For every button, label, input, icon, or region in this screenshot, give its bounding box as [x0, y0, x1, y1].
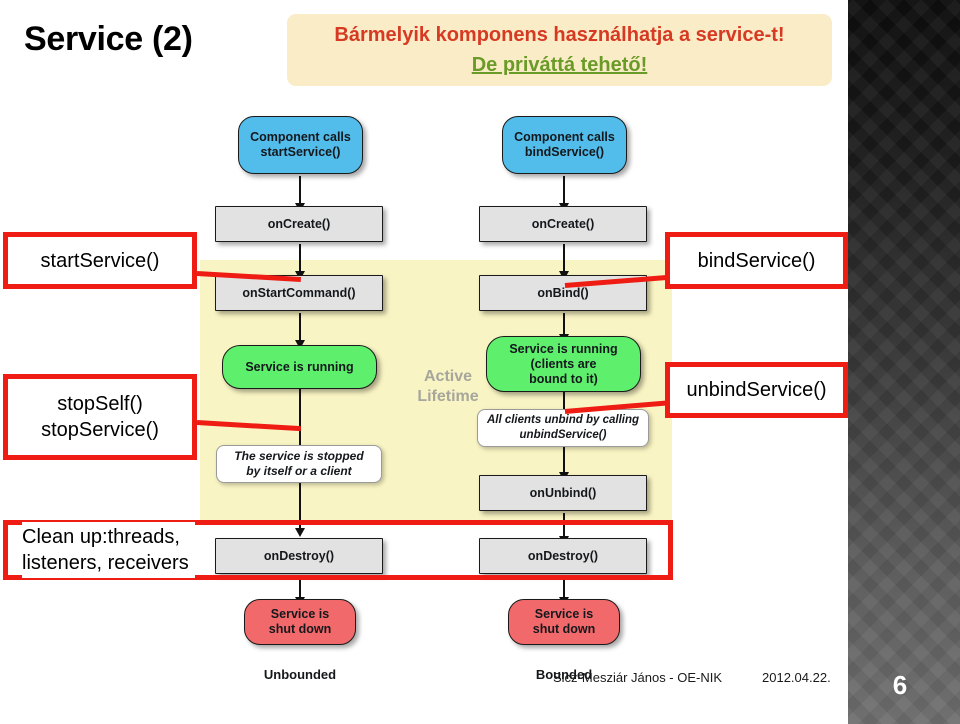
footer-date: 2012.04.22. — [762, 670, 831, 685]
node-text: bound to it) — [529, 371, 598, 386]
arrow-connector — [299, 389, 301, 445]
node-text: onBind() — [537, 285, 589, 300]
active-lifetime-line-2: Lifetime — [417, 388, 479, 405]
node-text: onStartCommand() — [242, 285, 356, 300]
node-text: Component calls — [250, 130, 351, 144]
node-service-is-running-unbounded: Service is running — [222, 345, 377, 389]
callout-line-2: De priváttá tehető! — [471, 54, 648, 76]
arrow-connector — [295, 176, 305, 212]
arrow-connector — [295, 313, 305, 349]
note-text: All clients unbind by calling — [486, 414, 640, 426]
arrow-connector — [559, 313, 569, 343]
node-oncreate-unbounded: onCreate() — [215, 206, 383, 242]
arrow-connector — [563, 392, 565, 410]
node-text: Component calls — [514, 130, 615, 144]
annotation-text: unbindService() — [686, 379, 827, 401]
node-text: onUnbind() — [529, 485, 597, 500]
active-lifetime-line-1: Active — [423, 368, 473, 385]
right-decorative-band — [848, 0, 960, 724]
node-service-is-running-bounded: Service is running (clients are bound to… — [486, 336, 641, 392]
annotation-unbind-service: unbindService() — [665, 362, 848, 418]
note-all-clients-unbind: All clients unbind by calling unbindServ… — [477, 409, 649, 447]
page-title: Service (2) — [24, 20, 193, 58]
node-text: shut down — [268, 622, 332, 636]
node-text: Service is running — [245, 359, 354, 374]
node-text: (clients are — [530, 356, 597, 371]
node-text: Service is — [270, 607, 330, 621]
node-service-shut-down-bounded: Service is shut down — [508, 599, 620, 645]
note-text: by itself or a client — [246, 464, 352, 478]
node-text: Service is running — [509, 341, 618, 356]
annotation-text: Clean up:threads, — [22, 526, 180, 548]
annotation-clean-up: Clean up:threads, listeners, receivers — [3, 520, 673, 580]
note-service-stopped: The service is stopped by itself or a cl… — [216, 445, 382, 483]
arrow-connector — [559, 447, 569, 481]
node-component-calls-bind-service: Component calls bindService() — [502, 116, 627, 174]
node-component-calls-start-service: Component calls startService() — [238, 116, 363, 174]
callout-line-1: Bármelyik komponens használhatja a servi… — [334, 24, 785, 46]
annotation-bind-service: bindService() — [665, 232, 848, 289]
node-oncreate-bounded: onCreate() — [479, 206, 647, 242]
node-text: shut down — [532, 622, 596, 636]
node-text: Service is — [534, 607, 594, 621]
annotation-text: bindService() — [697, 249, 816, 272]
page-number: 6 — [892, 670, 908, 700]
annotation-stop-self: stopSelf() stopService() — [3, 374, 197, 460]
node-text: bindService() — [524, 145, 605, 159]
arrow-connector — [559, 244, 569, 280]
annotation-text: stopService() — [41, 419, 159, 441]
node-text: onCreate() — [531, 216, 595, 231]
arrow-connector — [559, 176, 569, 212]
node-onunbind: onUnbind() — [479, 475, 647, 511]
arrow-connector — [295, 244, 305, 280]
footer-author: Sicz-Mesziár János - OE-NIK — [553, 670, 723, 685]
annotation-text: stopSelf() — [57, 393, 143, 415]
active-lifetime-label: Active Lifetime — [400, 367, 496, 407]
slide-canvas: Service (2) Bármelyik komponens használh… — [0, 0, 960, 724]
node-service-shut-down-unbounded: Service is shut down — [244, 599, 356, 645]
annotation-start-service: startService() — [3, 232, 197, 289]
annotation-text: startService() — [40, 249, 160, 272]
column-label-unbounded: Unbounded — [263, 667, 337, 682]
annotation-text: listeners, receivers — [22, 552, 189, 574]
node-text: onCreate() — [267, 216, 331, 231]
note-text: The service is stopped — [234, 449, 364, 463]
callout-banner: Bármelyik komponens használhatja a servi… — [287, 14, 832, 86]
node-text: startService() — [260, 145, 341, 159]
note-text: unbindService() — [519, 429, 607, 441]
